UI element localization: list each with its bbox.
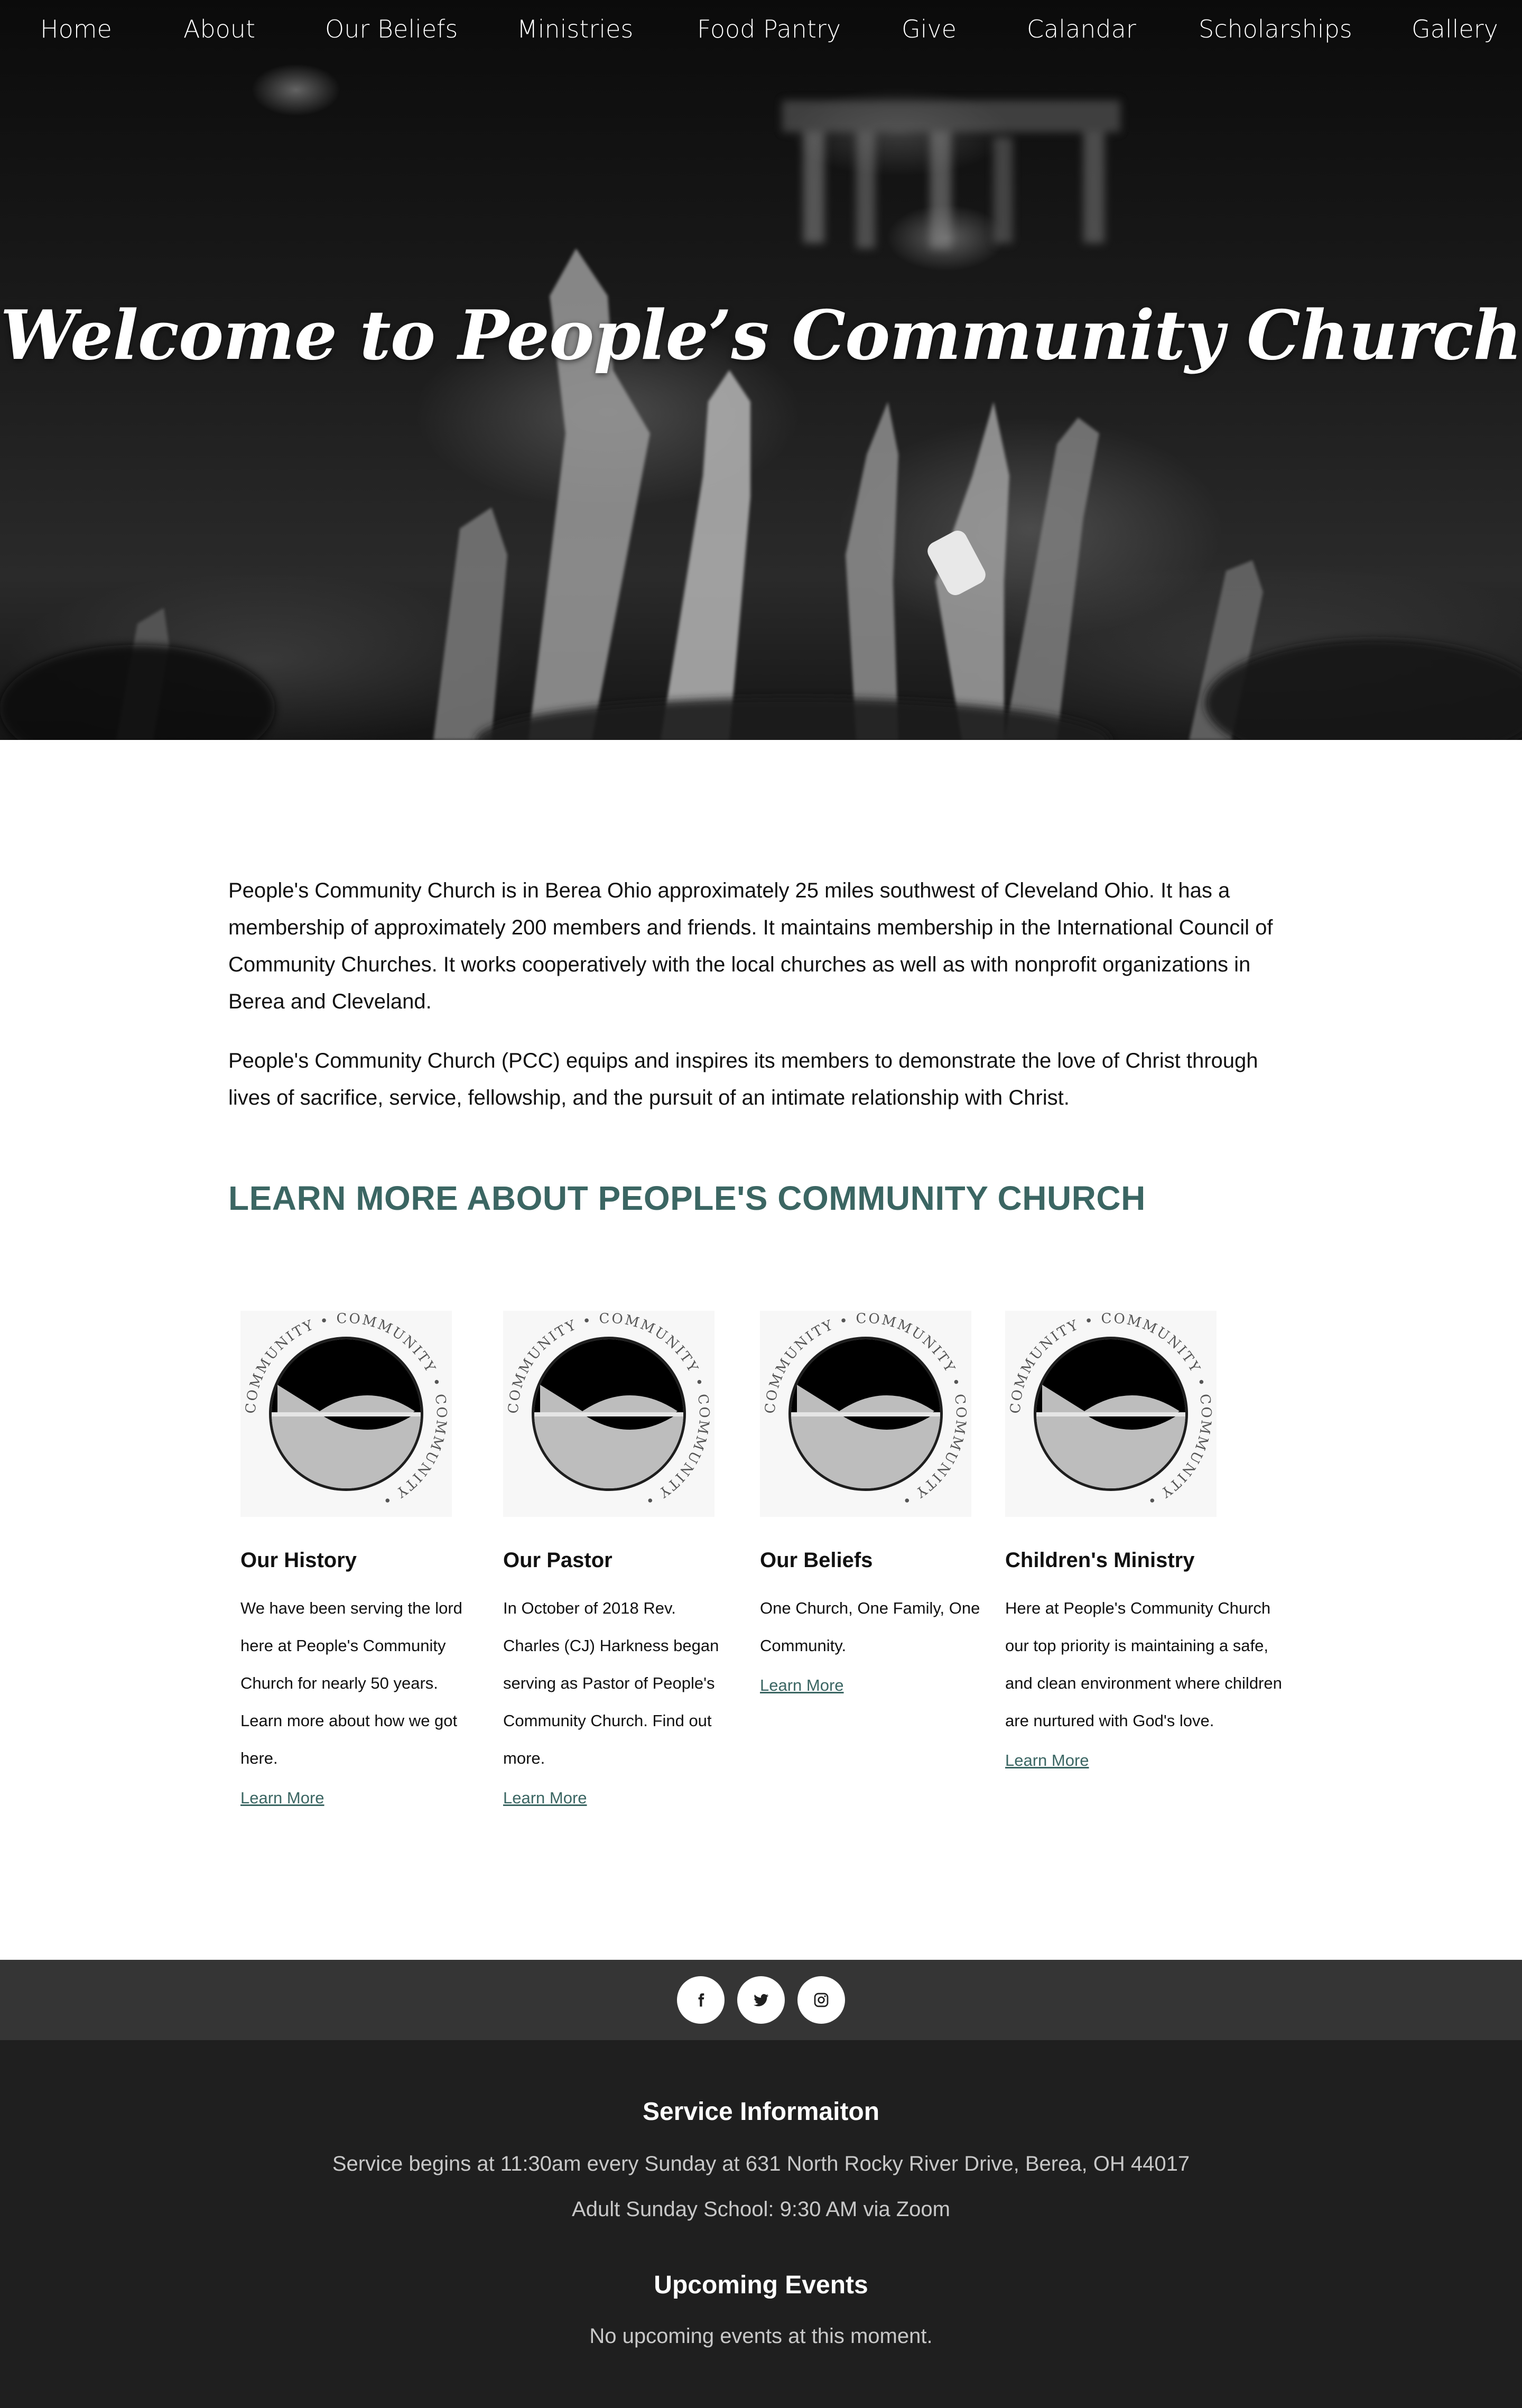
nav-scholarships[interactable]: Scholarships: [1199, 15, 1352, 43]
church-logo-image: COMMUNITY • COMMUNITY • COMMUNITY •: [503, 1311, 714, 1517]
service-time-text: Service begins at 11:30am every Sunday a…: [332, 2152, 1190, 2175]
learn-more-link[interactable]: Learn More: [760, 1676, 844, 1695]
intro-paragraph: People's Community Church is in Berea Oh…: [228, 879, 1273, 1013]
hero-title: Welcome to People’s Community Church: [0, 296, 1522, 375]
church-logo-image: COMMUNITY • COMMUNITY • COMMUNITY •: [1005, 1311, 1217, 1517]
card-our-history: COMMUNITY • COMMUNITY • COMMUNITY • Our …: [240, 1311, 473, 1808]
nav-food-pantry[interactable]: Food Pantry: [697, 15, 841, 43]
learn-more-link[interactable]: Learn More: [1005, 1751, 1089, 1770]
card-title: Our Beliefs: [760, 1549, 873, 1572]
learn-more-link[interactable]: Learn More: [240, 1789, 324, 1808]
card-title: Children's Ministry: [1005, 1549, 1195, 1572]
nav-our-beliefs[interactable]: Our Beliefs: [325, 15, 458, 43]
nav-about[interactable]: About: [183, 15, 255, 43]
nav-ministries[interactable]: Ministries: [517, 15, 633, 43]
card-our-pastor: COMMUNITY • COMMUNITY • COMMUNITY • Our …: [503, 1311, 736, 1808]
intro-section: People's Community Church is in Berea Oh…: [228, 872, 1296, 1116]
twitter-icon[interactable]: [737, 1976, 785, 2024]
card-description: One Church, One Family, One Community.: [760, 1599, 980, 1655]
learn-more-link[interactable]: Learn More: [503, 1789, 587, 1808]
card-title: Our Pastor: [503, 1549, 612, 1572]
site-footer: Service Informaiton Service begins at 11…: [0, 2040, 1522, 2408]
card-our-beliefs: COMMUNITY • COMMUNITY • COMMUNITY • Our …: [760, 1311, 982, 1695]
nav-home[interactable]: Home: [40, 15, 112, 43]
card-description: In October of 2018 Rev. Charles (CJ) Har…: [503, 1599, 719, 1767]
sunday-school-text: Adult Sunday School: 9:30 AM via Zoom: [572, 2198, 950, 2221]
nav-give[interactable]: Give: [902, 15, 957, 43]
card-description: Here at People's Community Church our to…: [1005, 1599, 1282, 1730]
church-logo-image: COMMUNITY • COMMUNITY • COMMUNITY •: [240, 1311, 452, 1517]
nav-calendar[interactable]: Calandar: [1027, 15, 1136, 43]
card-description: We have been serving the lord here at Pe…: [240, 1599, 462, 1767]
upcoming-events-heading: Upcoming Events: [654, 2271, 868, 2299]
social-bar: [0, 1960, 1522, 2040]
instagram-icon[interactable]: [797, 1976, 845, 2024]
card-childrens-ministry: COMMUNITY • COMMUNITY • COMMUNITY • Chil…: [1005, 1311, 1291, 1770]
main-navigation: Home About Our Beliefs Ministries Food P…: [0, 0, 1522, 61]
learn-more-heading: LEARN MORE ABOUT PEOPLE'S COMMUNITY CHUR…: [228, 1179, 1146, 1217]
facebook-icon[interactable]: [677, 1976, 725, 2024]
hero-banner: Home About Our Beliefs Ministries Food P…: [0, 0, 1522, 740]
service-info-heading: Service Informaiton: [642, 2098, 880, 2126]
events-status-text: No upcoming events at this moment.: [589, 2324, 933, 2348]
mission-paragraph: People's Community Church (PCC) equips a…: [228, 1049, 1258, 1109]
card-title: Our History: [240, 1549, 357, 1572]
church-logo-image: COMMUNITY • COMMUNITY • COMMUNITY •: [760, 1311, 971, 1517]
nav-gallery[interactable]: Gallery: [1412, 15, 1498, 43]
